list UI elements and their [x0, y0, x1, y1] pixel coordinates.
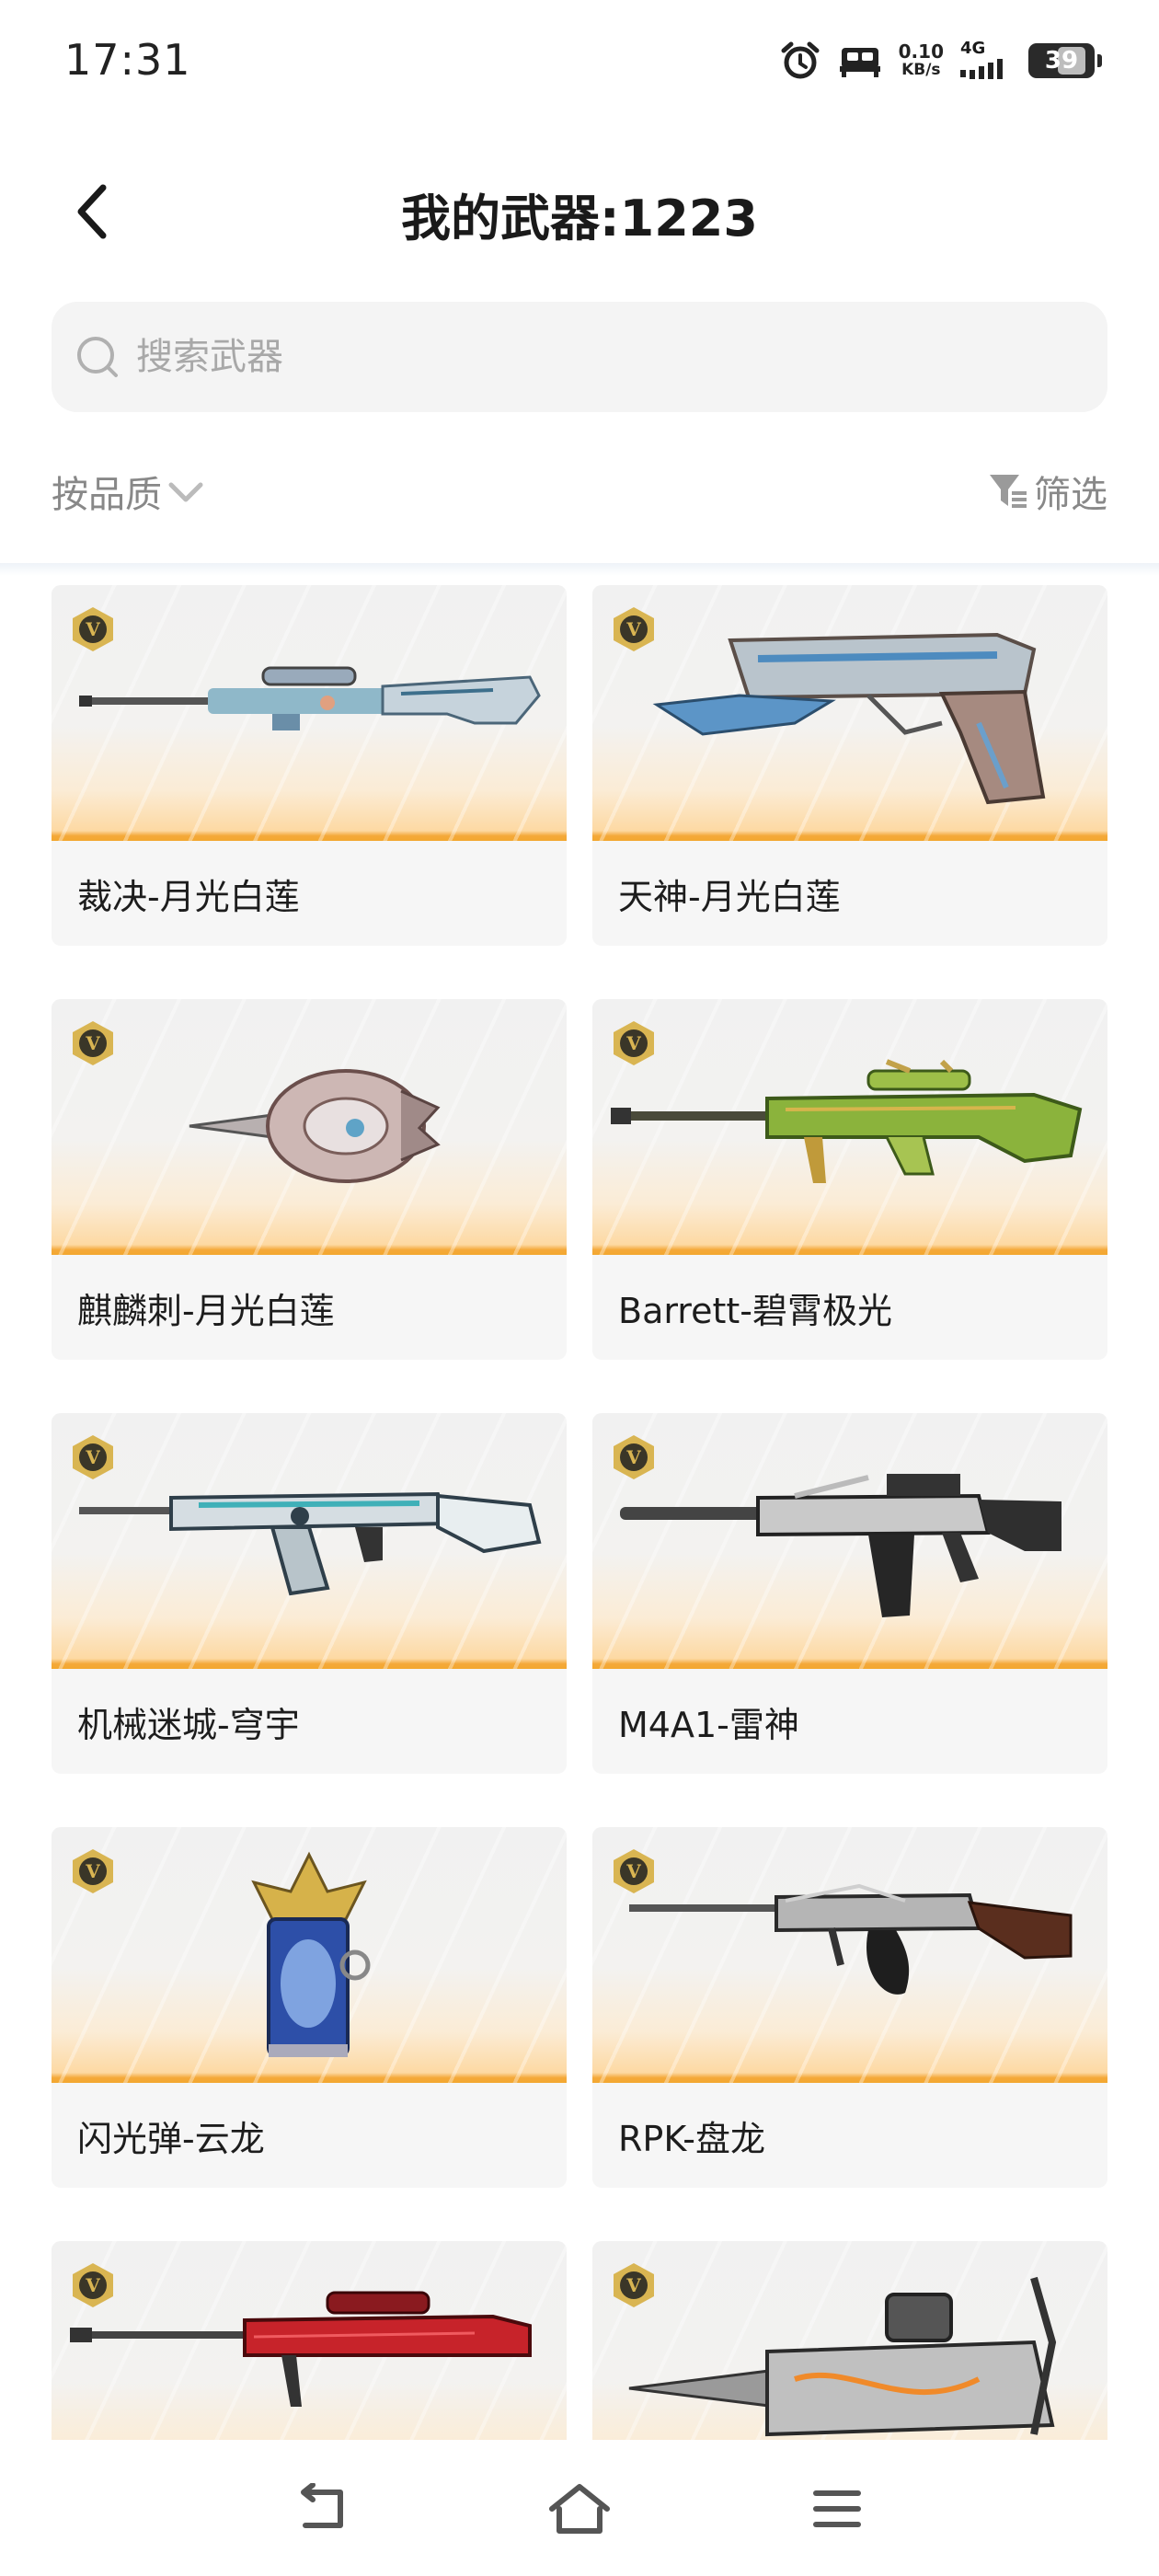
weapon-name: RPK-盘龙	[618, 2118, 765, 2159]
alarm-icon	[781, 41, 820, 79]
weapon-name: 天神-月光白莲	[618, 876, 841, 917]
weapon-card[interactable]: V 裁决-月光白莲	[52, 585, 567, 946]
weapon-card[interactable]: V	[592, 2241, 1107, 2440]
network-type: 4G	[960, 39, 986, 58]
search-input[interactable]	[136, 336, 964, 378]
status-icons: 0.10 KB/s 4G 39	[779, 37, 1102, 85]
weapon-card[interactable]: V M4A1-雷神	[592, 1413, 1107, 1774]
flashbang-grenade-icon	[251, 1851, 371, 2057]
weapon-name: 机械迷城-穹宇	[77, 1704, 300, 1745]
sort-dropdown[interactable]: 按品质	[52, 465, 204, 518]
svg-text:V: V	[85, 618, 100, 640]
vip-badge-icon: V	[73, 1021, 113, 1065]
svg-text:V: V	[625, 1860, 641, 1882]
sniper-rifle-icon	[79, 666, 541, 730]
weapon-image-area: V	[592, 2241, 1107, 2440]
weapon-card[interactable]: V 机械迷城-穹宇	[52, 1413, 567, 1774]
sniper-rifle-icon	[611, 1059, 1083, 1183]
weapon-name: Barrett-碧霄极光	[618, 1290, 892, 1331]
weapon-image-area: V	[592, 1827, 1107, 2083]
menu-icon	[813, 2490, 861, 2527]
network-speed: 0.10 KB/s	[899, 42, 944, 79]
sort-label: 按品质	[52, 474, 162, 516]
weapon-card[interactable]: V 天神-月光白莲	[592, 585, 1107, 946]
assault-rifle-icon	[79, 1491, 542, 1596]
filter-button[interactable]: 筛选	[988, 465, 1107, 518]
battery-level: 39	[1044, 47, 1079, 75]
weapon-list-page: 17:31 0.10 KB/s 4G 39 我的武器:1223 搜索武器 按品质…	[0, 0, 1159, 2576]
svg-text:V: V	[625, 2274, 641, 2296]
vip-badge-icon: V	[614, 1435, 654, 1479]
search-bar[interactable]	[52, 302, 1107, 412]
page-title: 我的武器:1223	[401, 190, 758, 247]
filter-label: 筛选	[1034, 474, 1107, 516]
weapon-card[interactable]: V 麒麟刺-月光白莲	[52, 999, 567, 1360]
machine-gun-icon	[629, 1883, 1073, 1995]
signal-bars-icon	[960, 59, 1003, 79]
vip-badge-icon: V	[614, 1021, 654, 1065]
svg-text:V: V	[625, 1032, 641, 1054]
battery-indicator: 39	[1028, 43, 1102, 78]
vip-badge-icon: V	[73, 1435, 113, 1479]
weapon-card[interactable]: V 闪光弹-云龙	[52, 1827, 567, 2188]
filter-icon	[990, 475, 1027, 508]
vip-badge-icon: V	[614, 2263, 654, 2307]
weapon-image-area: V	[592, 1413, 1107, 1669]
weapon-grid: V 裁决-月光白莲 V 天神-月光白莲 V 麒麟刺-月光白莲 V Barrett…	[52, 585, 1107, 2440]
search-icon	[77, 337, 118, 377]
system-nav-bar	[0, 2440, 1159, 2576]
back-gesture-icon	[301, 2483, 343, 2528]
weapon-image-area: V	[52, 999, 567, 1255]
status-time: 17:31	[64, 35, 191, 85]
vip-badge-icon: V	[614, 1849, 654, 1893]
speed-value: 0.10	[898, 40, 944, 63]
weapon-name: M4A1-雷神	[618, 1704, 799, 1745]
vip-badge-icon: V	[73, 607, 113, 651]
weapon-name: 裁决-月光白莲	[77, 876, 300, 917]
vip-badge-icon: V	[614, 607, 654, 651]
status-bar: 17:31 0.10 KB/s 4G 39	[0, 0, 1159, 120]
weapon-image-area: V	[592, 999, 1107, 1255]
vip-badge-icon: V	[73, 2263, 113, 2307]
nav-home-button[interactable]	[543, 2477, 616, 2541]
weapon-name: 闪光弹-云龙	[77, 2118, 265, 2159]
vip-badge-icon: V	[73, 1849, 113, 1893]
svg-text:V: V	[625, 618, 641, 640]
svg-text:V: V	[85, 1860, 100, 1882]
svg-text:V: V	[85, 2274, 100, 2296]
pistol-icon	[652, 632, 1046, 805]
nav-menu-button[interactable]	[800, 2477, 874, 2541]
cellular-signal: 4G	[960, 40, 1012, 81]
nav-back-button[interactable]	[285, 2477, 359, 2541]
weapon-card[interactable]: V Barrett-碧霄极光	[592, 999, 1107, 1360]
speed-unit: KB/s	[901, 61, 941, 79]
section-divider	[0, 563, 1159, 576]
weapon-card[interactable]: V	[52, 2241, 567, 2440]
sleep-mode-icon	[839, 48, 880, 77]
home-icon	[549, 2484, 610, 2534]
svg-text:V: V	[85, 1446, 100, 1468]
assault-rifle-icon	[620, 1474, 1061, 1617]
chevron-down-icon	[168, 482, 203, 502]
weapon-name: 麒麟刺-月光白莲	[77, 1290, 335, 1331]
weapon-image-area: V	[52, 1413, 567, 1669]
weapon-image-area: V	[52, 1827, 567, 2083]
weapon-card[interactable]: V RPK-盘龙	[592, 1827, 1107, 2188]
svg-text:V: V	[625, 1446, 641, 1468]
weapon-image-area: V	[52, 2241, 567, 2440]
gatling-gun-icon	[628, 2276, 1057, 2437]
page-header: 我的武器:1223	[0, 161, 1159, 262]
sniper-rifle-icon	[70, 2291, 532, 2407]
weapon-image-area: V	[592, 585, 1107, 841]
svg-text:V: V	[85, 1032, 100, 1054]
weapon-image-area: V	[52, 585, 567, 841]
melee-weapon-icon	[189, 1069, 441, 1183]
